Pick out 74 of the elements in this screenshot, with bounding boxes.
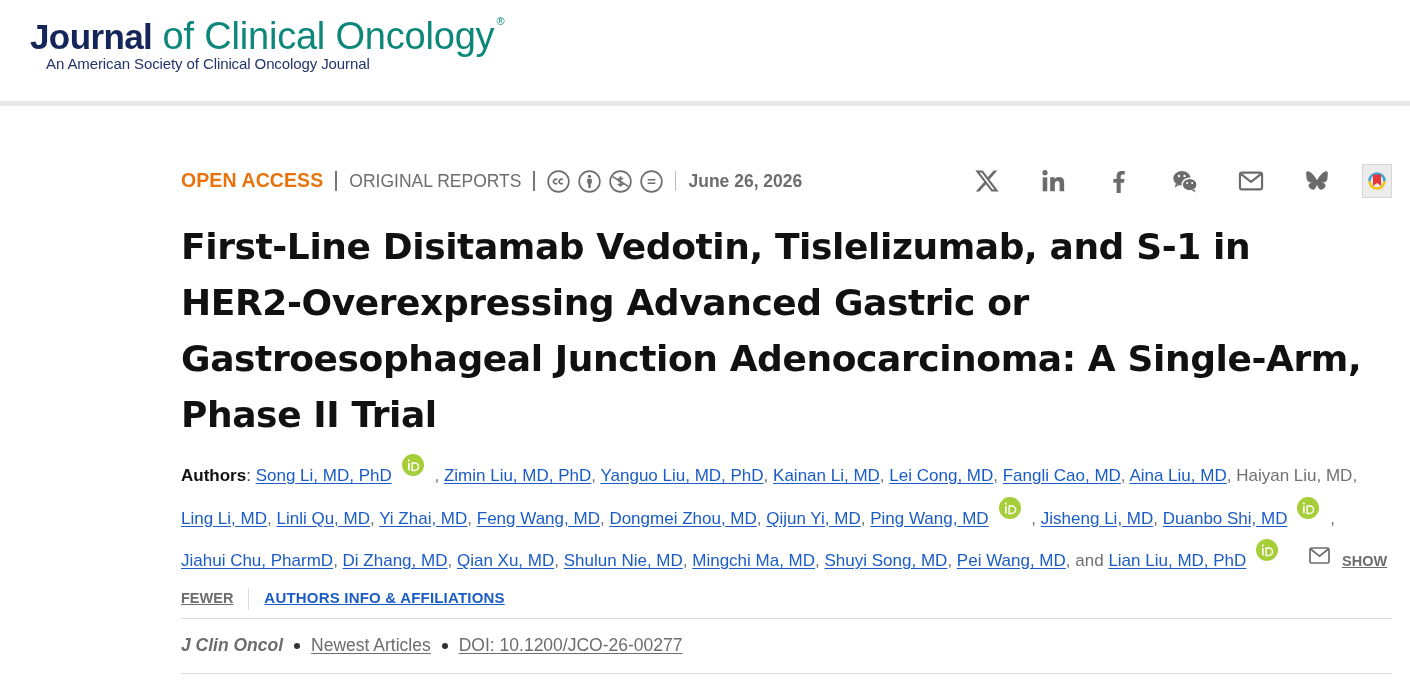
author-link[interactable]: Aina Liu, MD — [1129, 466, 1227, 485]
author-link[interactable]: Shulun Nie, MD — [563, 551, 683, 570]
author-link[interactable]: Yanguo Liu, MD, PhD — [600, 466, 764, 485]
author-separator: , — [1226, 466, 1232, 485]
journal-abbreviation: J Clin Oncol — [181, 634, 284, 658]
author-link[interactable]: Fangli Cao, MD — [1002, 466, 1121, 485]
author-separator: , — [1031, 508, 1037, 528]
author-link[interactable]: Kainan Li, MD — [773, 466, 880, 485]
author-link[interactable]: Jiahui Chu, PharmD — [181, 551, 334, 570]
bullet-icon — [294, 642, 301, 649]
newest-articles-link[interactable]: Newest Articles — [311, 632, 431, 659]
author-separator: , — [860, 508, 866, 528]
open-access-label: OPEN ACCESS — [181, 168, 324, 194]
author-separator: , — [682, 551, 688, 570]
person-icon[interactable] — [578, 169, 602, 193]
author-link[interactable]: Feng Wang, MD — [476, 508, 600, 528]
author-link[interactable]: Di Zhang, MD — [342, 551, 448, 570]
author-separator: , — [1352, 466, 1358, 485]
author-link[interactable]: Zimin Liu, MD, PhD — [443, 466, 592, 485]
doi-link[interactable]: DOI: 10.1200/JCO-26-00277 — [458, 632, 683, 659]
author-link[interactable]: Ping Wang, MD — [870, 508, 989, 528]
author-separator: , — [370, 508, 375, 528]
author-link[interactable]: Ling Li, MD — [181, 508, 267, 528]
author-link[interactable]: Pei Wang, MD — [956, 551, 1066, 570]
author-link[interactable]: Shuyi Song, MD — [824, 551, 948, 570]
author-separator: , — [1065, 551, 1071, 570]
article-title: First-Line Disitamab Vedotin, Tislelizumab, and S-1 in HER2-Overexpressing Advanced Gastric or Gastroesophageal Junction Adenocarcinoma: A Single-Arm, Phase II Trial — [181, 225, 1363, 437]
author-link[interactable]: Lian Liu, MD, PhD — [1108, 551, 1247, 570]
author-separator: , — [467, 508, 473, 528]
author-link[interactable]: Qian Xu, MD — [456, 551, 555, 570]
author-link[interactable]: Qijun Yi, MD — [766, 508, 861, 528]
author-link[interactable]: Duanbo Shi, MD — [1162, 508, 1288, 528]
mail-icon[interactable] — [1309, 547, 1331, 564]
author-link[interactable]: Song Li, MD, PhD — [255, 466, 392, 485]
author-link[interactable]: Lei Cong, MD — [889, 466, 994, 485]
cc-icon[interactable] — [547, 169, 571, 193]
author-separator: , — [554, 551, 559, 570]
author-separator: , — [434, 466, 440, 485]
author-separator: , — [763, 466, 769, 485]
chat-bubbles-icon[interactable] — [1172, 168, 1198, 194]
author-separator: , — [1330, 508, 1335, 528]
in-logo-icon[interactable] — [1040, 168, 1066, 194]
author-separator: , — [993, 466, 998, 485]
author-separator: , — [947, 551, 953, 570]
show-fewer-link[interactable]: FEWER — [181, 587, 234, 610]
conjunction-text: and — [1075, 551, 1104, 570]
author-separator: , — [599, 508, 605, 528]
author-link[interactable]: Jisheng Li, MD — [1040, 508, 1154, 528]
authors-info-link[interactable]: AUTHORS INFO & AFFILIATIONS — [264, 587, 505, 610]
no-dollar-icon[interactable] — [609, 169, 633, 193]
author-separator: , — [1153, 508, 1158, 528]
author-separator: , — [1120, 466, 1126, 485]
author-separator: , — [333, 551, 338, 570]
author-separator: , — [879, 466, 885, 485]
author-name: Haiyan Liu, MD — [1236, 466, 1353, 485]
author-separator: , — [267, 508, 272, 528]
bookmark-ring-icon[interactable] — [1362, 164, 1392, 198]
author-separator: , — [756, 508, 762, 528]
publication-date: June 26, 2026 — [688, 169, 803, 193]
author-separator: , — [591, 466, 596, 485]
author-link[interactable]: Dongmei Zhou, MD — [609, 508, 757, 528]
bullet-icon — [441, 642, 448, 649]
author-separator: , — [447, 551, 453, 570]
x-logo-icon[interactable] — [974, 168, 1000, 194]
journal-logo[interactable]: Journal of Clinical Oncology$^{®}$ — [30, 17, 505, 55]
authors-label: Authors: — [181, 466, 251, 485]
equals-icon[interactable] — [640, 169, 664, 193]
section-label[interactable]: ORIGINAL REPORTS — [349, 167, 522, 195]
author-link[interactable]: Yi Zhai, MD — [379, 508, 468, 528]
author-separator: , — [815, 551, 820, 570]
author-link[interactable]: Linli Qu, MD — [276, 508, 370, 528]
show-fewer-link[interactable]: SHOW — [1342, 553, 1388, 569]
journal-tagline: An American Society of Clinical Oncology Journal — [46, 55, 370, 73]
author-link[interactable]: Mingchi Ma, MD — [692, 551, 816, 570]
